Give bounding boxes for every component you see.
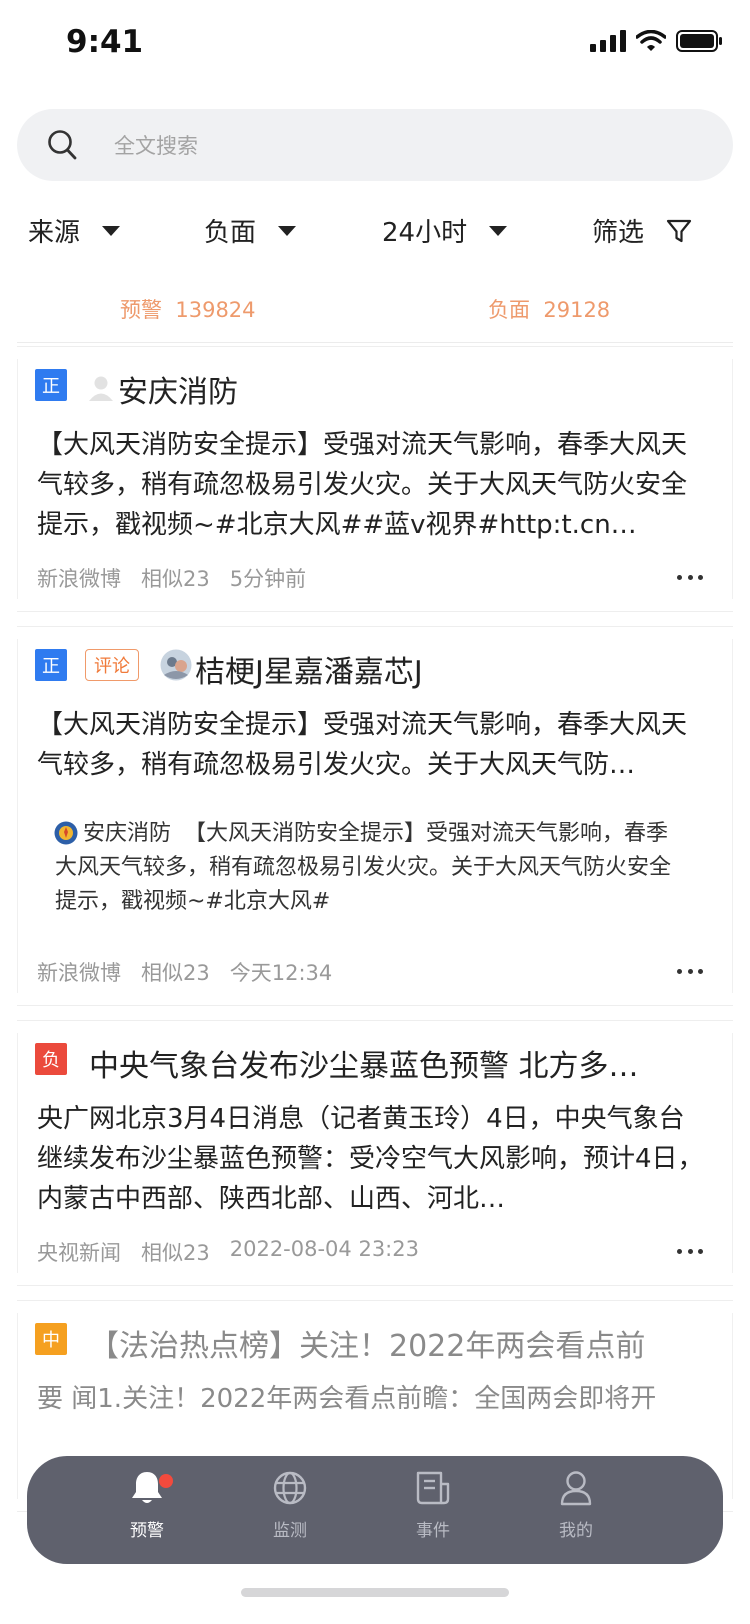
feed-card[interactable]: 负 中央气象台发布沙尘暴蓝色预警 北方多… 央广网北京3月4日消息（记者黄玉玲）… [17,1020,733,1286]
card-meta: 新浪微博 相似23 5分钟前 [37,563,306,593]
tab-alert[interactable]: 预警 [97,1470,197,1541]
meta-similar[interactable]: 相似23 [141,957,210,987]
filter-screen-label: 筛选 [592,218,645,248]
more-icon[interactable] [677,575,703,583]
stats-row: 预警 139824 负面 29128 [0,294,750,330]
stat-alert-count: 139824 [175,298,256,322]
card-body: 央广网北京3月4日消息（记者黄玉玲）4日，中央气象台继续发布沙尘暴蓝色预警：受冷… [37,1104,704,1214]
wifi-icon [636,30,666,51]
tab-mine-label: 我的 [559,1521,593,1541]
stat-negative-count: 29128 [543,298,611,322]
tab-alert-label: 预警 [130,1521,164,1541]
filter-time-range-label: 24小时 [382,218,468,248]
filter-screen[interactable]: 筛选 [592,212,692,249]
avatar [160,649,192,681]
comment-tag: 评论 [85,649,139,681]
quoted-post[interactable]: 安庆消防 【大风天消防安全提示】受强对流天气影响，春季大风天气较多，稍有疏忽极易… [55,817,687,919]
meta-time: 5分钟前 [229,567,307,591]
search-input[interactable] [112,125,676,167]
caret-down-icon [489,225,508,236]
meta-similar[interactable]: 相似23 [141,563,210,593]
meta-source: 新浪微博 [37,961,121,985]
more-icon[interactable] [677,969,703,977]
tab-monitor-label: 监测 [273,1521,307,1541]
feed-card[interactable]: 正 评论 桔梗J星嘉潘嘉芯J 【大风天消防安全提示】受强对流天气影响，春季大风天… [17,626,733,1006]
card-body: 【大风天消防安全提示】受强对流天气影响，春季大风天气较多，稍有疏忽极易引发火灾。… [37,430,688,540]
author-name[interactable]: 安庆消防 [118,367,238,411]
document-icon [416,1471,450,1505]
sentiment-tag: 正 [35,369,67,401]
tab-monitor[interactable]: 监测 [240,1470,340,1541]
status-bar: 9:41 [0,0,750,88]
divider [17,342,733,343]
card-body: 【大风天消防安全提示】受强对流天气影响，春季大风天气较多，稍有疏忽极易引发火灾。… [37,710,688,780]
user-icon [560,1471,592,1506]
tab-event[interactable]: 事件 [383,1470,483,1541]
card-meta: 新浪微博 相似23 今天12:34 [37,957,332,987]
stat-negative[interactable]: 负面 29128 [488,294,610,324]
filter-sentiment[interactable]: 负面 [204,212,297,249]
signal-icon [590,30,626,52]
notification-badge [159,1474,173,1488]
meta-similar[interactable]: 相似23 [141,1237,210,1267]
status-time: 9:41 [66,24,144,60]
meta-time: 今天12:34 [229,961,333,985]
globe-icon [273,1471,307,1505]
filter-source[interactable]: 来源 [28,212,121,249]
author-name[interactable]: 桔梗J星嘉潘嘉芯J [195,647,423,691]
caret-down-icon [102,225,121,236]
funnel-icon [666,219,692,242]
sentiment-tag: 负 [35,1043,67,1075]
card-body: 要 闻1.关注！2022年两会看点前瞻：全国两会即将开 [37,1384,657,1414]
card-title[interactable]: 【法治热点榜】关注！2022年两会看点前 [89,1321,709,1365]
home-indicator[interactable] [241,1588,509,1597]
bell-icon [132,1472,162,1503]
sentiment-tag: 中 [35,1323,67,1355]
caret-down-icon [278,225,297,236]
tab-event-label: 事件 [416,1521,450,1541]
search-bar[interactable] [17,109,733,181]
battery-icon [676,30,722,52]
meta-time: 2022-08-04 23:23 [229,1237,419,1261]
avatar-placeholder-icon [89,376,113,401]
meta-source: 新浪微博 [37,567,121,591]
meta-source: 央视新闻 [37,1241,121,1265]
stat-alert-label: 预警 [120,298,162,322]
card-title[interactable]: 中央气象台发布沙尘暴蓝色预警 北方多… [89,1041,689,1085]
stat-negative-label: 负面 [488,298,530,322]
tab-mine[interactable]: 我的 [526,1470,626,1541]
filter-sentiment-label: 负面 [204,218,257,248]
filter-time-range[interactable]: 24小时 [382,212,508,249]
search-icon [48,130,77,160]
card-meta: 央视新闻 相似23 2022-08-04 23:23 [37,1237,419,1267]
sentiment-tag: 正 [35,649,67,681]
quoted-author[interactable]: 安庆消防 [83,821,171,846]
filter-bar: 来源 负面 24小时 筛选 [0,212,750,262]
filter-source-label: 来源 [28,218,81,248]
stat-alert[interactable]: 预警 139824 [120,294,256,324]
bottom-tab-bar: 预警 监测 事件 我的 [27,1456,723,1564]
more-icon[interactable] [677,1249,703,1257]
feed-card[interactable]: 正 安庆消防 【大风天消防安全提示】受强对流天气影响，春季大风天气较多，稍有疏忽… [17,346,733,612]
status-icons [590,30,722,52]
